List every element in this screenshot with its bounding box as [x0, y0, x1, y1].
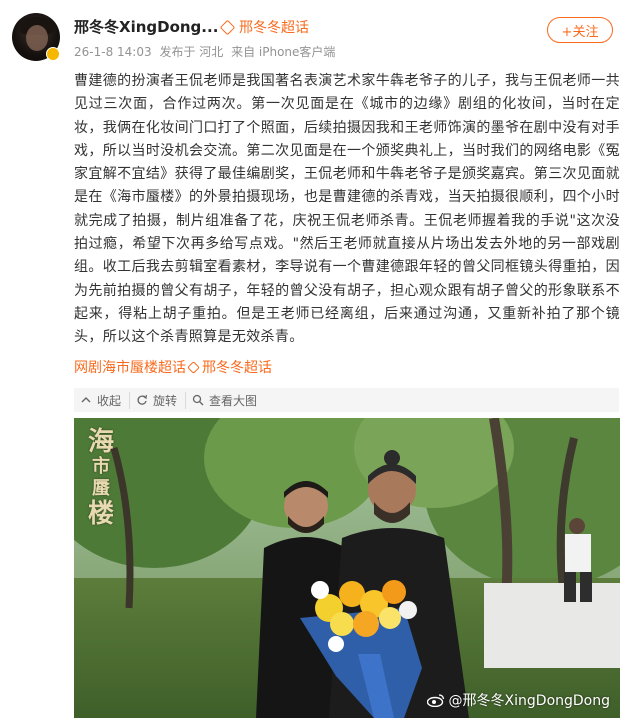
- view-large-label: 查看大图: [209, 393, 258, 408]
- photo-title-char: 海: [88, 427, 115, 457]
- image-toolbar: 收起 旋转 查看大图: [74, 388, 619, 412]
- view-large-button[interactable]: 查看大图: [185, 391, 265, 409]
- photo-title-char: 蜃: [92, 478, 110, 499]
- rotate-icon: [137, 394, 148, 405]
- author-name[interactable]: 邢冬冬XingDong...: [74, 16, 218, 37]
- post-photo[interactable]: 海 市 蜃 楼 @邢冬冬XingDongDong: [74, 418, 620, 718]
- rotate-button[interactable]: 旋转: [129, 391, 185, 409]
- collapse-icon: [81, 397, 91, 403]
- topic-tag-link[interactable]: 网剧海市蜃楼超话: [74, 357, 186, 377]
- post-timestamp[interactable]: 26-1-8 14:03: [74, 45, 152, 59]
- super-topic-icon: [187, 360, 200, 374]
- post-content: 曹建德的扮演者王侃老师是我国著名表演艺术家牛犇老爷子的儿子，我与王侃老师一共见过…: [74, 73, 620, 346]
- weibo-logo-icon: [426, 694, 444, 707]
- verified-badge-icon: [46, 47, 60, 61]
- photo-scene: [74, 418, 620, 718]
- photo-title-char: 楼: [88, 499, 115, 529]
- zoom-icon: [192, 394, 204, 406]
- super-topic-icon: [219, 19, 236, 35]
- post-client: 来自 iPhone客户端: [231, 45, 336, 59]
- post-meta: 26-1-8 14:03 发布于 河北 来自 iPhone客户端: [74, 43, 339, 60]
- post-header: 邢冬冬XingDong... 邢冬冬超话 26-1-8 14:03 发布于 河北…: [0, 0, 632, 64]
- rotate-label: 旋转: [153, 393, 178, 408]
- topic-tag-link[interactable]: 邢冬冬超话: [202, 357, 272, 377]
- avatar-face: [26, 25, 48, 51]
- super-topic-link[interactable]: 邢冬冬超话: [219, 17, 309, 37]
- collapse-label: 收起: [97, 393, 122, 408]
- follow-label: +关注: [561, 24, 599, 40]
- super-topic-label: 邢冬冬超话: [239, 20, 309, 36]
- follow-button[interactable]: +关注: [547, 17, 613, 43]
- photo-watermark-label: @邢冬冬XingDongDong: [448, 693, 610, 709]
- photo-watermark: @邢冬冬XingDongDong: [426, 690, 610, 710]
- topic-tags: 网剧海市蜃楼超话 邢冬冬超话: [74, 357, 272, 377]
- post-location: 发布于 河北: [159, 45, 224, 59]
- photo-title-char: 市: [92, 456, 110, 477]
- collapse-button[interactable]: 收起: [74, 392, 129, 409]
- photo-title-overlay: 海 市 蜃 楼: [88, 428, 120, 528]
